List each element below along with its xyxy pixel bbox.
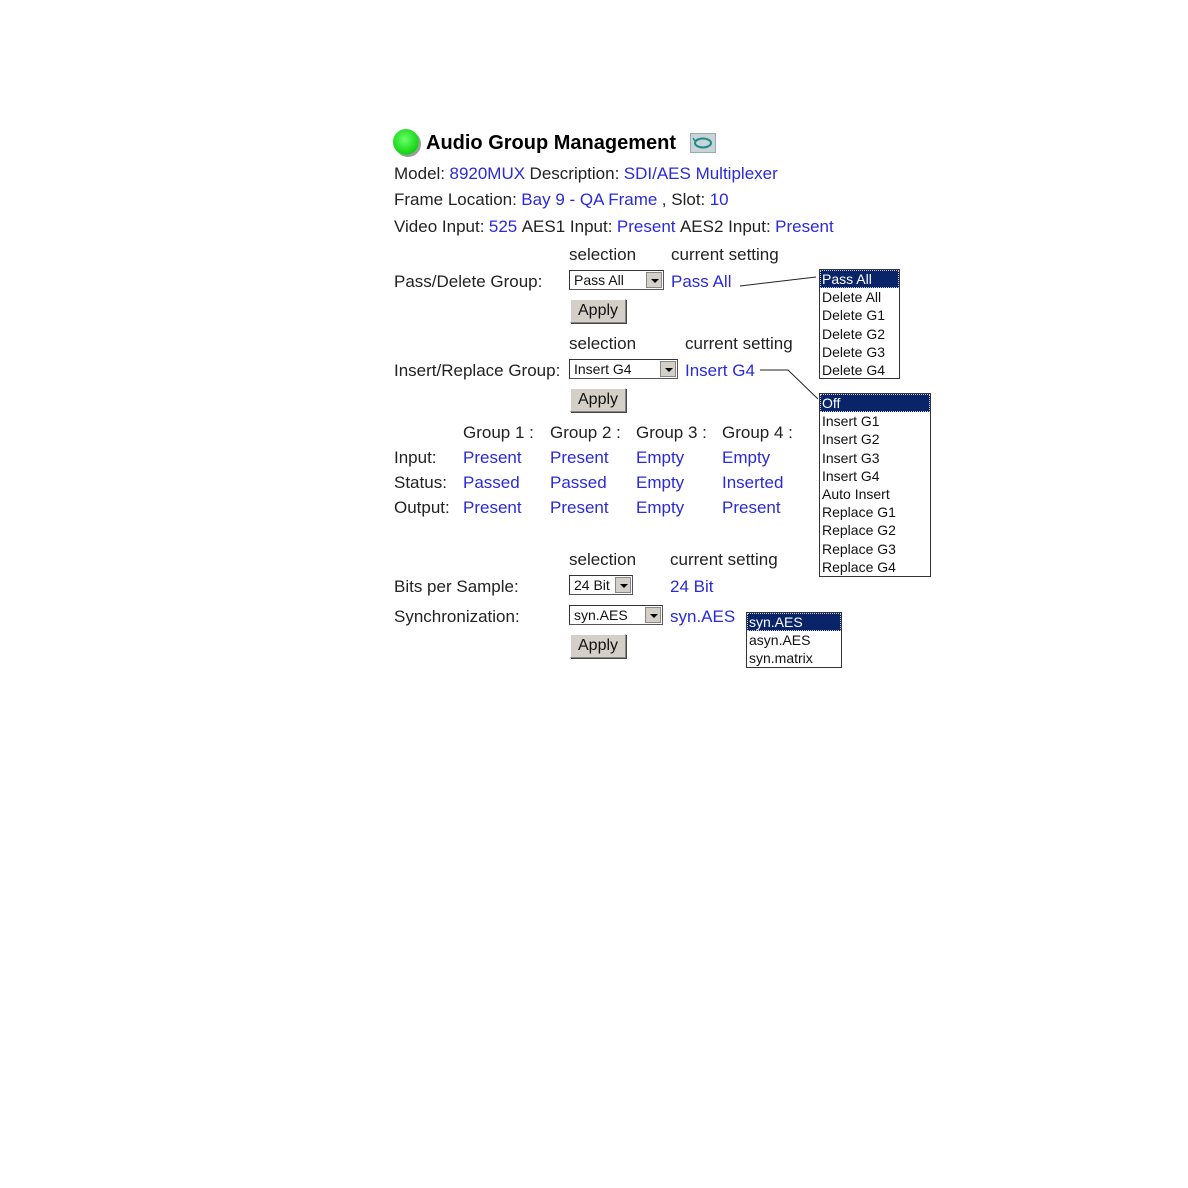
bits-selected-value: 24 Bit [574, 577, 610, 593]
model-value: 8920MUX [449, 164, 526, 183]
sync-option[interactable]: syn.matrix [747, 649, 841, 667]
description-label: Description: [529, 164, 620, 183]
selection-header: selection [569, 334, 637, 353]
insert-replace-option[interactable]: Insert G2 [820, 430, 930, 448]
group-cell: Empty [722, 448, 771, 467]
chevron-down-icon[interactable] [645, 607, 661, 623]
description-value: SDI/AES Multiplexer [623, 164, 778, 183]
sync-current: syn.AES [670, 607, 736, 626]
insert-replace-option[interactable]: Insert G1 [820, 412, 930, 430]
current-setting-header: current setting [685, 334, 793, 353]
insert-replace-option[interactable]: Off [820, 394, 930, 413]
pass-delete-apply-button[interactable]: Apply [570, 299, 627, 323]
sync-option[interactable]: syn.AES [747, 613, 841, 632]
selection-header: selection [569, 245, 637, 264]
sync-label: Synchronization: [394, 607, 520, 626]
insert-replace-label: Insert/Replace Group: [394, 361, 561, 380]
sync-apply-button[interactable]: Apply [570, 634, 627, 658]
insert-replace-option[interactable]: Replace G3 [820, 540, 930, 558]
group-header: Group 1 : [463, 423, 534, 442]
pass-delete-option[interactable]: Delete G1 [820, 306, 899, 324]
pass-delete-options-list[interactable]: Pass All Delete All Delete G1 Delete G2 … [819, 269, 900, 379]
video-input-value: 525 [488, 217, 518, 236]
group-row-label: Status: [394, 473, 447, 492]
group-cell: Present [550, 498, 609, 517]
bits-label: Bits per Sample: [394, 577, 519, 596]
page-title: Audio Group Management [426, 132, 676, 154]
refresh-icon[interactable] [690, 133, 716, 153]
group-header: Group 3 : [636, 423, 707, 442]
pass-delete-current: Pass All [671, 272, 732, 291]
pass-delete-selected-value: Pass All [574, 272, 624, 288]
group-header: Group 2 : [550, 423, 621, 442]
insert-replace-options-list[interactable]: Off Insert G1 Insert G2 Insert G3 Insert… [819, 393, 931, 577]
input-line: Video Input: 525 AES1 Input: Present AES… [394, 217, 834, 237]
group-cell: Present [463, 498, 522, 517]
sync-select[interactable]: syn.AES [569, 605, 663, 625]
green-status-led-icon [393, 129, 419, 155]
chevron-down-icon[interactable] [615, 577, 631, 593]
insert-replace-select[interactable]: Insert G4 [569, 359, 678, 379]
insert-replace-option[interactable]: Replace G2 [820, 521, 930, 539]
group-cell: Empty [636, 498, 685, 517]
group-row-label: Output: [394, 498, 450, 517]
selection-header: selection [569, 550, 637, 569]
group-header: Group 4 : [722, 423, 793, 442]
insert-replace-option[interactable]: Insert G4 [820, 467, 930, 485]
group-cell: Passed [550, 473, 607, 492]
aes2-value: Present [775, 217, 834, 236]
group-cell: Empty [636, 448, 685, 467]
slot-label: , Slot: [661, 190, 706, 209]
pass-delete-option[interactable]: Delete All [820, 288, 899, 306]
current-setting-header: current setting [671, 245, 779, 264]
frame-location-line: Frame Location: Bay 9 - QA Frame , Slot:… [394, 190, 729, 210]
pass-delete-option[interactable]: Delete G3 [820, 343, 899, 361]
sync-options-list[interactable]: syn.AES asyn.AES syn.matrix [746, 612, 842, 668]
insert-replace-current: Insert G4 [685, 361, 755, 380]
insert-replace-apply-button[interactable]: Apply [570, 388, 627, 412]
insert-replace-option[interactable]: Replace G4 [820, 558, 930, 576]
frame-location-label: Frame Location: [394, 190, 517, 209]
pass-delete-callout-line [739, 276, 817, 287]
aes1-value: Present [616, 217, 676, 236]
insert-replace-option[interactable]: Auto Insert [820, 485, 930, 503]
sync-selected-value: syn.AES [574, 607, 628, 623]
chevron-down-icon[interactable] [646, 272, 662, 288]
aes2-label: AES2 Input: [679, 217, 771, 236]
current-setting-header: current setting [670, 550, 778, 569]
bits-select[interactable]: 24 Bit [569, 575, 633, 595]
bits-current: 24 Bit [670, 577, 714, 596]
group-cell: Passed [463, 473, 520, 492]
insert-replace-option[interactable]: Replace G1 [820, 503, 930, 521]
insert-replace-selected-value: Insert G4 [574, 361, 632, 377]
group-cell: Present [722, 498, 781, 517]
pass-delete-option[interactable]: Pass All [820, 270, 899, 289]
pass-delete-label: Pass/Delete Group: [394, 272, 543, 291]
insert-replace-callout-line [760, 369, 819, 400]
slot-value: 10 [709, 190, 729, 209]
sync-option[interactable]: asyn.AES [747, 631, 841, 649]
chevron-down-icon[interactable] [660, 361, 676, 377]
aes1-label: AES1 Input: [521, 217, 613, 236]
group-cell: Empty [636, 473, 685, 492]
group-row-label: Input: [394, 448, 437, 467]
frame-location-value: Bay 9 - QA Frame [521, 190, 658, 209]
insert-replace-option[interactable]: Insert G3 [820, 449, 930, 467]
model-line: Model: 8920MUX Description: SDI/AES Mult… [394, 164, 778, 184]
pass-delete-option[interactable]: Delete G4 [820, 361, 899, 379]
group-cell: Present [550, 448, 609, 467]
video-input-label: Video Input: [394, 217, 485, 236]
group-cell: Inserted [722, 473, 784, 492]
group-cell: Present [463, 448, 522, 467]
model-label: Model: [394, 164, 446, 183]
pass-delete-select[interactable]: Pass All [569, 270, 664, 290]
pass-delete-option[interactable]: Delete G2 [820, 325, 899, 343]
